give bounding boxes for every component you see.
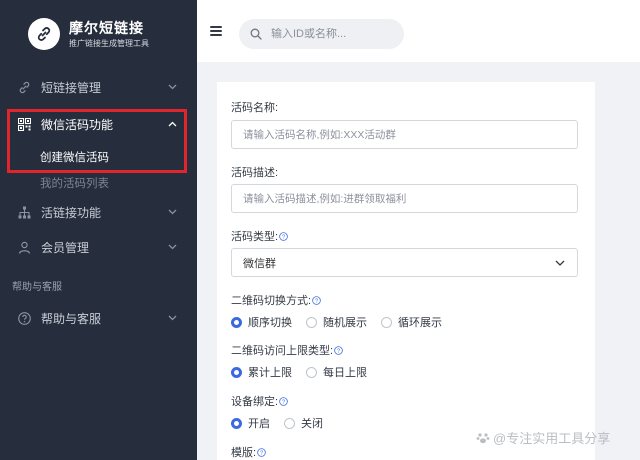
- help-circle-icon: [17, 311, 31, 325]
- brand-logo-icon: [28, 18, 60, 50]
- radio-enable[interactable]: 开启: [231, 415, 270, 431]
- limit-label: 二维码访问上限类型: ?: [231, 342, 343, 358]
- form-card: 活码名称: 活码描述: 活码类型: ? 微信群 二维码切换方式: ? 顺序切换 …: [217, 82, 595, 460]
- highlight-annotation: [7, 109, 187, 173]
- question-icon[interactable]: ?: [279, 396, 288, 406]
- radio-button-checked[interactable]: [231, 316, 242, 328]
- template-label: 模版: ?: [231, 444, 266, 460]
- brand-title: 摩尔短链接: [69, 20, 144, 36]
- name-label: 活码名称:: [231, 102, 279, 114]
- user-icon: [17, 240, 31, 254]
- sidebar-item-live-links[interactable]: 活链接功能: [0, 198, 197, 226]
- watermark: @专注实用工具分享: [476, 428, 610, 447]
- chevron-down-icon: [555, 260, 565, 266]
- topbar: [197, 0, 640, 62]
- brand[interactable]: 摩尔短链接 推广链接生成管理工具: [28, 18, 149, 50]
- radio-button[interactable]: [306, 316, 317, 328]
- link-icon: [17, 80, 31, 94]
- sidebar-item-label: 会员管理: [41, 240, 90, 255]
- chevron-down-icon: [167, 207, 177, 217]
- type-label: 活码类型: ?: [231, 228, 288, 244]
- paw-icon: [476, 432, 490, 443]
- section-label-help: 帮助与客服: [12, 282, 62, 293]
- submenu-qrcode-list[interactable]: 我的活码列表: [40, 175, 109, 191]
- menu-toggle-icon[interactable]: [210, 26, 222, 36]
- type-select[interactable]: 微信群: [231, 248, 578, 277]
- question-icon[interactable]: ?: [312, 295, 321, 305]
- radio-button-checked[interactable]: [231, 366, 242, 378]
- radio-button[interactable]: [381, 316, 392, 328]
- radio-daily[interactable]: 每日上限: [306, 364, 367, 380]
- device-radio-group: 开启 关闭: [231, 415, 337, 431]
- name-input[interactable]: [243, 128, 577, 141]
- radio-disable[interactable]: 关闭: [284, 415, 323, 431]
- search-icon: [250, 28, 262, 40]
- desc-label: 活码描述:: [231, 167, 279, 179]
- desc-field[interactable]: [231, 184, 578, 213]
- sidebar-item-label: 帮助与客服: [41, 311, 102, 326]
- radio-random[interactable]: 随机展示: [306, 314, 367, 330]
- sidebar-item-short-links[interactable]: 短链接管理: [0, 73, 197, 101]
- sidebar-item-label: 活链接功能: [41, 205, 102, 220]
- switch-radio-group: 顺序切换 随机展示 循环展示: [231, 314, 456, 330]
- radio-button-checked[interactable]: [231, 417, 242, 429]
- radio-button[interactable]: [306, 366, 317, 378]
- chevron-down-icon: [167, 313, 177, 323]
- sidebar-item-label: 短链接管理: [41, 80, 102, 95]
- radio-sequential[interactable]: 顺序切换: [231, 314, 292, 330]
- device-label: 设备绑定: ?: [231, 393, 288, 409]
- question-icon[interactable]: ?: [279, 231, 288, 241]
- radio-loop[interactable]: 循环展示: [381, 314, 442, 330]
- question-icon[interactable]: ?: [257, 447, 266, 457]
- desc-input[interactable]: [243, 192, 577, 205]
- search-input[interactable]: [271, 28, 391, 40]
- name-field[interactable]: [231, 120, 578, 149]
- radio-button[interactable]: [284, 417, 295, 429]
- switch-label: 二维码切换方式: ?: [231, 292, 321, 308]
- limit-radio-group: 累计上限 每日上限: [231, 364, 381, 380]
- question-icon[interactable]: ?: [334, 345, 343, 355]
- search-box[interactable]: [239, 19, 404, 49]
- chevron-down-icon: [167, 242, 177, 252]
- sidebar-item-members[interactable]: 会员管理: [0, 233, 197, 261]
- sidebar-item-help[interactable]: 帮助与客服: [0, 304, 197, 332]
- radio-cumulative[interactable]: 累计上限: [231, 364, 292, 380]
- sidebar: 摩尔短链接 推广链接生成管理工具 短链接管理 微信活码功能 创建微信活码 我的活…: [0, 0, 197, 460]
- brand-subtitle: 推广链接生成管理工具: [69, 39, 149, 48]
- chevron-down-icon: [167, 82, 177, 92]
- type-select-value: 微信群: [243, 257, 276, 270]
- sitemap-icon: [17, 205, 31, 219]
